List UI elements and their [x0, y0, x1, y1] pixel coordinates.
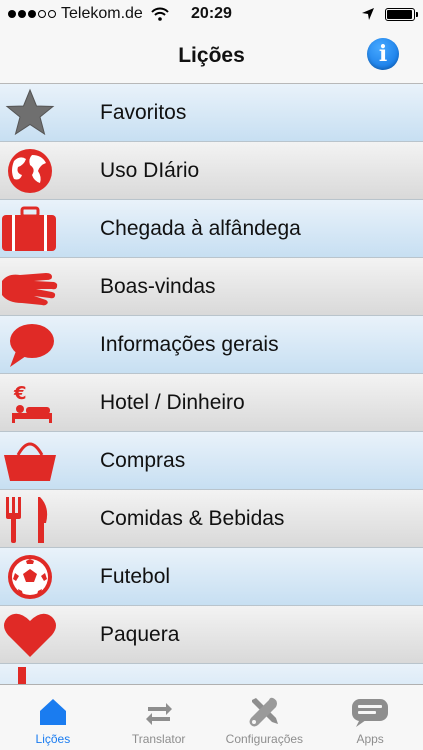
lesson-label: Informações gerais: [100, 332, 279, 356]
lesson-label: Chegada à alfândega: [100, 216, 301, 240]
battery-level: [387, 9, 412, 19]
lesson-row-informacoes[interactable]: Informações gerais: [0, 316, 423, 374]
hand-icon: [2, 272, 58, 305]
lesson-row-futebol[interactable]: Futebol: [0, 548, 423, 606]
lesson-label: Uso DIário: [100, 158, 200, 182]
hotel-money-icon: €: [12, 383, 52, 423]
lesson-label: Futebol: [100, 564, 171, 588]
lesson-label: Compras: [100, 448, 186, 472]
svg-text:€: €: [13, 383, 27, 404]
status-bar: Telekom.de 20:29: [0, 0, 423, 28]
tools-icon: [249, 697, 279, 727]
info-icon: i: [378, 41, 388, 67]
globe-icon: [8, 148, 52, 193]
fork-knife-icon: [6, 496, 48, 543]
battery-icon: [385, 7, 418, 21]
speech-bubble-icon: [10, 323, 54, 367]
tab-bar: Lições Translator Configurações Apps: [0, 684, 423, 750]
home-icon: [39, 699, 66, 725]
navigation-bar: Lições i: [0, 28, 423, 84]
signal-dot-empty: [48, 10, 56, 18]
lesson-row-favoritos[interactable]: Favoritos: [0, 84, 423, 142]
lesson-row-boas-vindas[interactable]: Boas-vindas: [0, 258, 423, 316]
lesson-row-uso-diario[interactable]: Uso DIário: [0, 142, 423, 200]
tab-label: Lições: [35, 732, 71, 746]
lesson-row-hotel[interactable]: € Hotel / Dinheiro: [0, 374, 423, 432]
tab-label: Configurações: [225, 732, 304, 746]
soccer-ball-icon: [8, 554, 52, 599]
shopping-basket-icon: [4, 442, 56, 481]
info-button[interactable]: i: [367, 38, 399, 70]
lesson-row-paquera[interactable]: Paquera: [0, 606, 423, 664]
heart-icon: [4, 613, 56, 657]
tab-licoes[interactable]: Lições: [0, 685, 106, 750]
tab-apps[interactable]: Apps: [317, 685, 423, 750]
tab-label: Apps: [356, 732, 384, 746]
swap-arrows-icon: [145, 703, 172, 725]
lesson-list[interactable]: Favoritos Uso DIário Chegada à alfândega: [0, 84, 423, 684]
signal-dot: [18, 10, 26, 18]
lesson-row-comidas[interactable]: Comidas & Bebidas: [0, 490, 423, 548]
lesson-label: Boas-vindas: [100, 274, 216, 298]
lesson-label: Hotel / Dinheiro: [100, 390, 245, 414]
lesson-label: Favoritos: [100, 100, 187, 124]
partial-icon: [18, 666, 26, 684]
tab-configuracoes[interactable]: Configurações: [212, 685, 318, 750]
page-title: Lições: [178, 43, 245, 67]
signal-dot: [8, 10, 16, 18]
star-icon: [5, 88, 55, 135]
lesson-label: Comidas & Bebidas: [100, 506, 285, 530]
wifi-icon: [151, 7, 169, 21]
signal-strength-icon: [8, 10, 56, 18]
signal-dot: [28, 10, 36, 18]
isayhello-logo-icon: [352, 699, 389, 727]
lesson-row-compras[interactable]: Compras: [0, 432, 423, 490]
tab-translator[interactable]: Translator: [106, 685, 212, 750]
tab-label: Translator: [131, 732, 186, 746]
suitcase-icon: [2, 206, 56, 251]
lesson-row-partial[interactable]: [0, 664, 423, 684]
location-arrow-icon: [362, 8, 374, 20]
lesson-label: Paquera: [100, 622, 180, 646]
carrier-name: Telekom.de: [61, 5, 143, 22]
signal-dot-empty: [38, 10, 46, 18]
lesson-row-chegada[interactable]: Chegada à alfândega: [0, 200, 423, 258]
